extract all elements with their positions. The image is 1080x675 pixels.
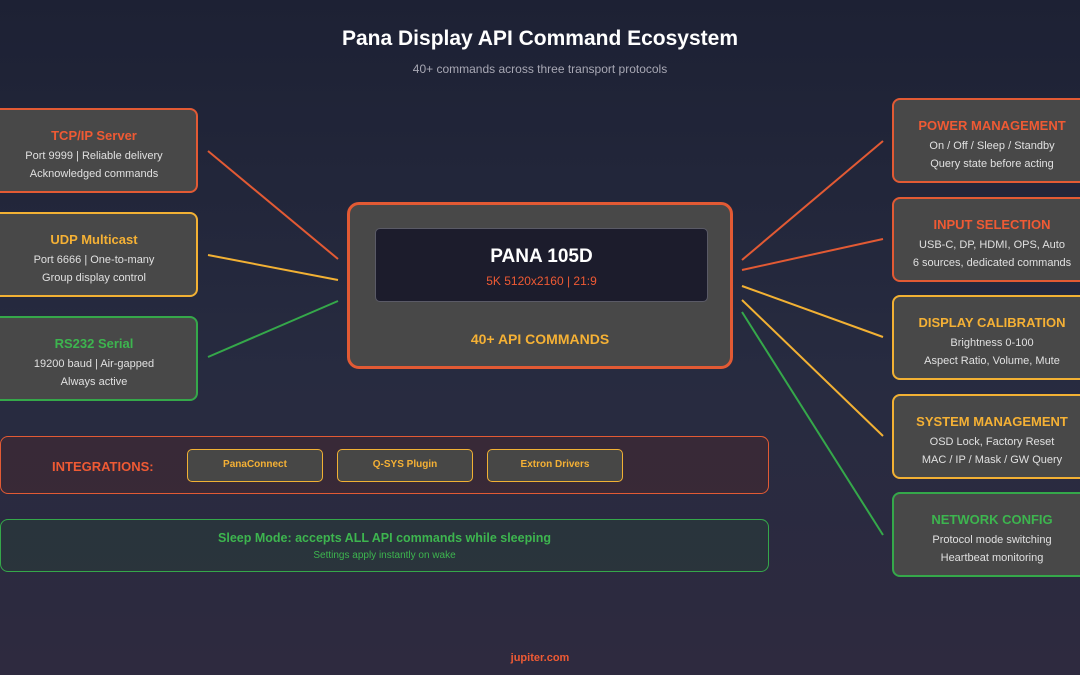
sleep-mode-main: Sleep Mode: accepts ALL API commands whi… xyxy=(218,531,551,545)
integrations-label: INTEGRATIONS: xyxy=(52,459,154,474)
category-name: SYSTEM MANAGEMENT xyxy=(916,414,1068,429)
transport-rs232-serial: RS232 Serial 19200 baud | Air-gapped Alw… xyxy=(0,316,198,401)
sleep-mode-banner: Sleep Mode: accepts ALL API commands whi… xyxy=(0,519,769,572)
transport-name: RS232 Serial xyxy=(54,336,134,351)
connector-udp xyxy=(207,254,339,281)
category-detail: On / Off / Sleep / Standby xyxy=(929,140,1055,152)
category-name: NETWORK CONFIG xyxy=(931,512,1053,527)
category-name: DISPLAY CALIBRATION xyxy=(918,315,1066,330)
command-count: 40+ API COMMANDS xyxy=(470,331,610,347)
connector-system xyxy=(741,299,884,437)
transport-name: TCP/IP Server xyxy=(51,128,137,143)
transport-detail: Acknowledged commands xyxy=(29,168,159,180)
transport-detail: Always active xyxy=(60,376,128,388)
display-spec: 5K 5120x2160 | 21:9 xyxy=(486,274,597,288)
category-detail: Heartbeat monitoring xyxy=(940,552,1044,564)
integration-extron-drivers: Extron Drivers xyxy=(487,449,623,482)
category-system-management: SYSTEM MANAGEMENT OSD Lock, Factory Rese… xyxy=(892,394,1080,479)
category-detail: OSD Lock, Factory Reset xyxy=(929,436,1055,448)
category-detail: Aspect Ratio, Volume, Mute xyxy=(924,355,1060,367)
footer-url: jupiter.com xyxy=(510,652,570,664)
connector-network xyxy=(741,311,884,536)
sleep-mode-text: Sleep Mode: accepts ALL API commands whi… xyxy=(1,531,768,545)
transport-name: UDP Multicast xyxy=(50,232,138,247)
connector-calibration xyxy=(741,285,884,338)
transport-detail: Group display control xyxy=(42,272,146,284)
integrations-bar: INTEGRATIONS: PanaConnect Q-SYS Plugin E… xyxy=(0,436,769,494)
category-detail: MAC / IP / Mask / GW Query xyxy=(921,454,1063,466)
connector-input xyxy=(741,238,884,271)
category-detail: Brightness 0-100 xyxy=(950,337,1034,349)
connector-power xyxy=(741,140,884,261)
sleep-mode-sub: Settings apply instantly on wake xyxy=(313,550,456,561)
connector-rs232 xyxy=(207,300,339,358)
transport-tcp-ip: TCP/IP Server Port 9999 | Reliable deliv… xyxy=(0,108,198,193)
connector-tcp xyxy=(207,150,339,260)
category-detail: Protocol mode switching xyxy=(932,534,1052,546)
transport-udp-multicast: UDP Multicast Port 6666 | One-to-many Gr… xyxy=(0,212,198,297)
display-model: PANA 105D xyxy=(490,246,593,267)
transport-detail: 19200 baud | Air-gapped xyxy=(33,358,155,370)
transport-detail: Port 6666 | One-to-many xyxy=(33,254,155,266)
category-detail: 6 sources, dedicated commands xyxy=(912,257,1072,269)
integration-qsys-plugin: Q-SYS Plugin xyxy=(337,449,473,482)
category-detail: USB-C, DP, HDMI, OPS, Auto xyxy=(919,239,1065,251)
category-network-config: NETWORK CONFIG Protocol mode switching H… xyxy=(892,492,1080,577)
integration-panaconnect: PanaConnect xyxy=(187,449,323,482)
category-detail: Query state before acting xyxy=(930,158,1054,170)
display-screen: PANA 105D 5K 5120x2160 | 21:9 xyxy=(375,228,708,302)
display-hub: PANA 105D 5K 5120x2160 | 21:9 40+ API CO… xyxy=(347,202,733,369)
category-name: INPUT SELECTION xyxy=(933,217,1051,232)
category-power-management: POWER MANAGEMENT On / Off / Sleep / Stan… xyxy=(892,98,1080,183)
transport-detail: Port 9999 | Reliable delivery xyxy=(25,150,163,162)
category-input-selection: INPUT SELECTION USB-C, DP, HDMI, OPS, Au… xyxy=(892,197,1080,282)
category-name: POWER MANAGEMENT xyxy=(918,118,1066,133)
category-display-calibration: DISPLAY CALIBRATION Brightness 0-100 Asp… xyxy=(892,295,1080,380)
